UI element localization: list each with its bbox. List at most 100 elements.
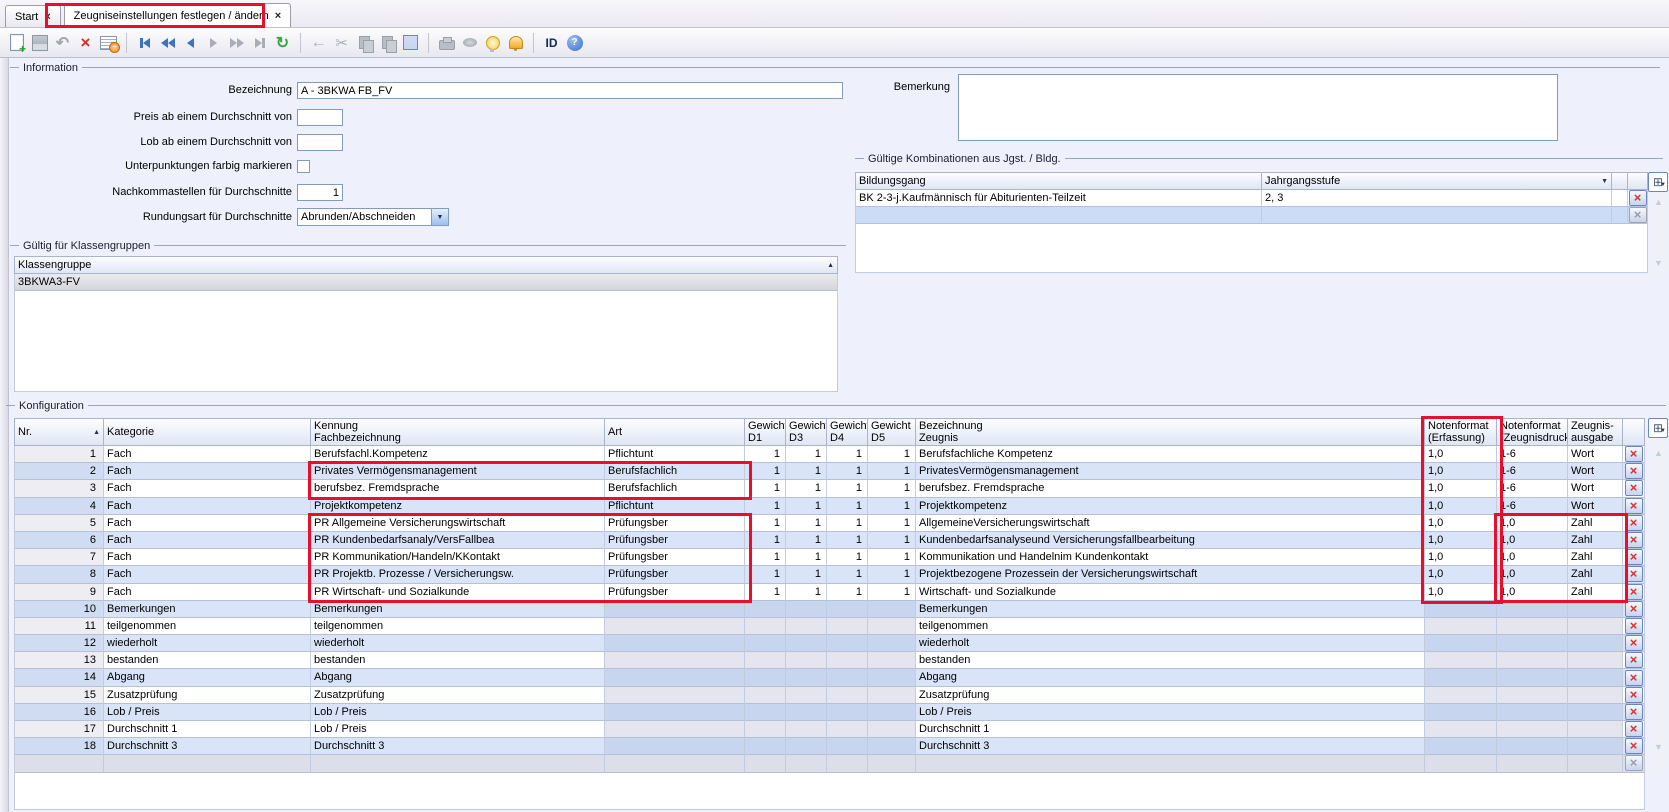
column-header[interactable]: Kennung Fachbezeichnung [311,418,605,446]
hint-icon[interactable] [482,32,503,53]
delete-row-button[interactable]: × [1625,446,1643,462]
bemerkung-textarea[interactable] [958,74,1558,141]
column-header[interactable]: Bezeichnung Zeugnis [916,418,1425,446]
delete-row-button[interactable]: × [1625,704,1643,720]
table-row[interactable]: 3Fachberufsbez. FremdspracheBerufsfachli… [14,480,1645,497]
delete-row-button[interactable]: × [1625,549,1643,565]
nav-last-icon[interactable] [249,32,270,53]
select-region-icon[interactable] [400,32,421,53]
add-row-button[interactable]: ⊞▼ [1648,418,1668,438]
column-header[interactable]: Kategorie [104,418,311,446]
table-row[interactable]: 6FachPR Kundenbedarfsanaly/VersFallbeaPr… [14,532,1645,549]
scrollbar-track[interactable] [1651,440,1667,770]
delete-row-button[interactable]: × [1625,515,1643,531]
scroll-down-icon[interactable]: ▼ [1654,742,1663,752]
table-row[interactable]: 1FachBerufsfachl.KompetenzPflichtunt1111… [14,446,1645,463]
rundungsart-select[interactable]: Abrunden/Abschneiden ▼ [297,208,449,226]
delete-row-button[interactable]: × [1625,652,1643,668]
delete-row-button[interactable]: × [1625,721,1643,737]
delete-row-button[interactable]: × [1625,601,1643,617]
copy-icon[interactable] [354,32,375,53]
table-row[interactable]: 10BemerkungenBemerkungenBemerkungen× [14,601,1645,618]
table-row[interactable]: 7FachPR Kommunikation/Handeln/KKontaktPr… [14,549,1645,566]
dropdown-arrow-icon[interactable]: ▼ [431,209,448,225]
column-header[interactable]: Art [605,418,745,446]
table-row[interactable]: 16Lob / PreisLob / PreisLob / Preis× [14,704,1645,721]
delete-row-button[interactable]: × [1625,635,1643,651]
record-id-button[interactable]: ID [541,32,562,53]
help-icon[interactable]: ? [564,32,585,53]
back-icon[interactable]: ← [308,32,329,53]
table-row[interactable]: 4FachProjektkompetenzPflichtunt1111Proje… [14,498,1645,515]
table-row-selected-empty[interactable]: × [855,207,1648,224]
delete-row-button[interactable]: × [1629,190,1647,206]
table-row[interactable]: 11teilgenommenteilgenommenteilgenommen× [14,618,1645,635]
tab-zeugniseinstellungen[interactable]: Zeugniseinstellungen festlegen / ändern … [64,3,292,27]
delete-row-button[interactable]: × [1625,498,1643,514]
delete-row-button[interactable]: × [1625,532,1643,548]
table-row-selected[interactable]: 3BKWA3-FV [14,274,838,291]
table-row[interactable]: 5FachPR Allgemeine Versicherungswirtscha… [14,515,1645,532]
cut-icon[interactable]: ✂ [331,32,352,53]
delete-row-button[interactable]: × [1625,463,1643,479]
scroll-up-icon[interactable]: ▲ [1654,197,1663,207]
nav-prev-page-icon[interactable] [157,32,178,53]
edit-form-icon[interactable]: − [98,32,119,53]
table-row[interactable]: 2FachPrivates VermögensmanagementBerufsf… [14,463,1645,480]
undo-icon[interactable]: ↶ [52,32,73,53]
bezeichnung-input[interactable] [297,82,843,99]
column-header[interactable]: Zeugnis- ausgabe [1568,418,1623,446]
column-header-jahrgangsstufe[interactable]: Jahrgangsstufe▼ [1262,172,1612,190]
table-row[interactable]: 18Durchschnitt 3Durchschnitt 3Durchschni… [14,738,1645,755]
left-splitter[interactable] [0,58,9,812]
delete-row-button[interactable]: × [1625,755,1643,771]
table-row[interactable]: 8FachPR Projektb. Prozesse / Versicherun… [14,566,1645,583]
scroll-up-icon[interactable]: ▲ [1654,448,1663,458]
table-row[interactable]: 14AbgangAbgangAbgang× [14,669,1645,686]
close-tab-icon[interactable]: × [275,10,281,22]
delete-row-button[interactable]: × [1625,480,1643,496]
nav-prev-icon[interactable] [180,32,201,53]
notification-icon[interactable] [505,32,526,53]
delete-row-button[interactable]: × [1625,687,1643,703]
delete-row-button[interactable]: × [1625,670,1643,686]
nav-next-icon[interactable] [203,32,224,53]
table-row[interactable]: BK 2-3-j.Kaufmännisch für Abiturienten-T… [855,190,1648,207]
save-icon[interactable] [29,32,50,53]
table-row[interactable]: 12wiederholtwiederholtwiederholt× [14,635,1645,652]
delete-row-button[interactable]: × [1625,738,1643,754]
filter-dropdown-icon[interactable]: ▼ [1601,178,1608,185]
column-header[interactable] [1623,418,1645,446]
new-record-icon[interactable]: + [6,32,27,53]
paste-icon[interactable] [377,32,398,53]
delete-record-icon[interactable]: × [75,32,96,53]
sort-ascending-icon[interactable]: ▲ [827,262,834,269]
scroll-down-icon[interactable]: ▼ [1654,258,1663,268]
nachkommastellen-input[interactable] [297,184,343,201]
preis-input[interactable] [297,109,343,126]
preview-icon[interactable] [459,32,480,53]
tab-start[interactable]: Start × [5,5,61,27]
table-row[interactable]: 15ZusatzprüfungZusatzprüfungZusatzprüfun… [14,687,1645,704]
lob-input[interactable] [297,134,343,151]
delete-row-button[interactable]: × [1625,618,1643,634]
table-row-empty[interactable]: × [14,755,1645,772]
table-row[interactable]: 9FachPR Wirtschaft- und SozialkundePrüfu… [14,584,1645,601]
table-row[interactable]: 17Durchschnitt 1Lob / PreisDurchschnitt … [14,721,1645,738]
column-header[interactable]: Gewicht D5 [868,418,916,446]
delete-row-button[interactable]: × [1629,207,1647,223]
column-header[interactable]: Gewicht D3 [786,418,827,446]
column-header[interactable]: Nr.▲ [14,418,104,446]
table-row[interactable]: 13bestandenbestandenbestanden× [14,652,1645,669]
sort-ascending-icon[interactable]: ▲ [93,429,100,436]
nav-first-icon[interactable] [134,32,155,53]
column-header[interactable]: Gewicht D4 [827,418,868,446]
print-icon[interactable] [436,32,457,53]
delete-row-button[interactable]: × [1625,584,1643,600]
column-header[interactable]: Notenformat (Erfassung) [1425,418,1497,446]
close-tab-icon[interactable]: × [44,11,50,23]
delete-row-button[interactable]: × [1625,566,1643,582]
refresh-icon[interactable]: ↻ [272,32,293,53]
column-header-bildungsgang[interactable]: Bildungsgang [855,172,1262,190]
column-header[interactable]: Gewicht D1 [745,418,786,446]
